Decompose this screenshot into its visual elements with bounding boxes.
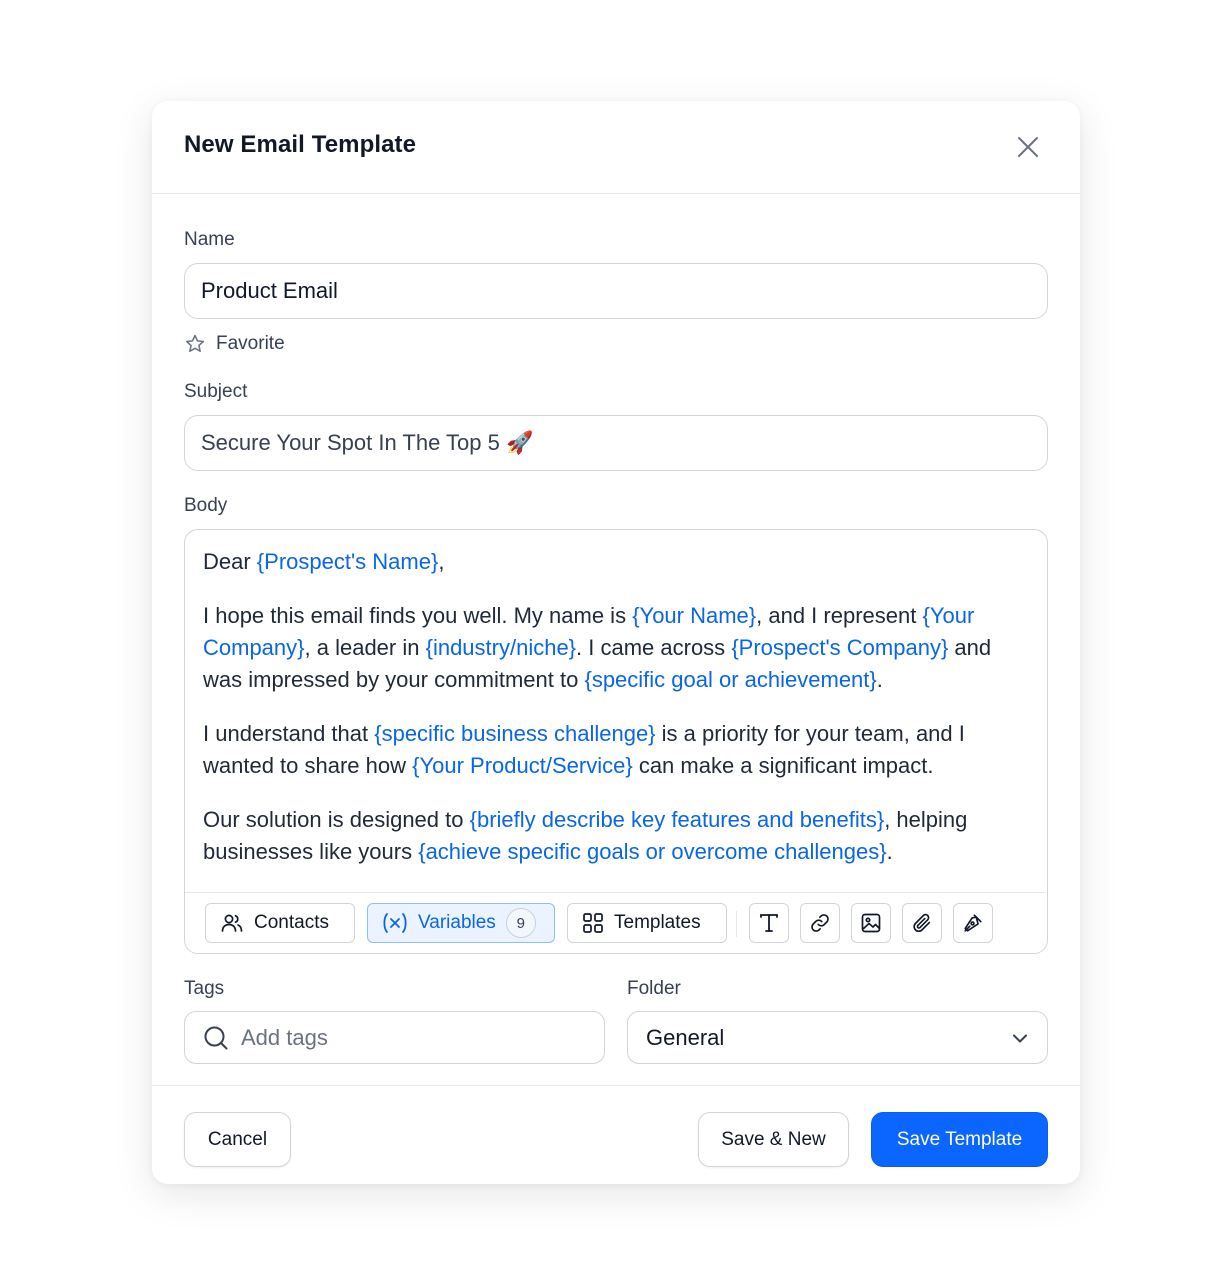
body-label: Body bbox=[184, 495, 228, 516]
templates-button[interactable]: Templates bbox=[567, 903, 727, 943]
insert-link-button[interactable] bbox=[800, 903, 840, 943]
variable-token[interactable]: {achieve specific goals or overcome chal… bbox=[418, 839, 886, 864]
variables-count-badge: 9 bbox=[505, 908, 536, 938]
search-icon bbox=[204, 1026, 228, 1049]
users-icon bbox=[221, 914, 243, 932]
close-button[interactable] bbox=[1012, 131, 1044, 163]
text-format-button[interactable] bbox=[749, 903, 789, 943]
toolbar-divider bbox=[736, 911, 737, 937]
close-icon bbox=[1018, 137, 1038, 157]
body-paragraph: Our solution is designed to {briefly des… bbox=[203, 804, 1035, 868]
star-icon bbox=[185, 334, 205, 353]
variable-token[interactable]: {specific goal or achievement} bbox=[584, 667, 876, 692]
body-text-run: Dear bbox=[203, 549, 257, 574]
body-text-run: . I came across bbox=[576, 635, 732, 660]
save-and-new-button[interactable]: Save & New bbox=[698, 1112, 849, 1167]
folder-select-value: General bbox=[646, 1024, 725, 1050]
body-text-run: , a leader in bbox=[304, 635, 426, 660]
variable-token[interactable]: {briefly describe key features and benef… bbox=[470, 807, 885, 832]
subject-input[interactable]: Secure Your Spot In The Top 5 🚀 bbox=[184, 415, 1048, 471]
templates-label: Templates bbox=[614, 912, 701, 933]
variable-token[interactable]: {Your Name} bbox=[632, 603, 756, 628]
tags-input[interactable] bbox=[184, 1011, 605, 1064]
variable-icon bbox=[383, 913, 407, 933]
signature-button[interactable] bbox=[953, 903, 993, 943]
body-text-run: I hope this email finds you well. My nam… bbox=[203, 603, 633, 628]
tags-label: Tags bbox=[184, 978, 225, 999]
folder-select[interactable]: General bbox=[627, 1011, 1048, 1064]
body-paragraph: I hope this email finds you well. My nam… bbox=[203, 600, 1035, 696]
body-text[interactable]: Dear {Prospect's Name}, I hope this emai… bbox=[203, 546, 1035, 890]
link-icon bbox=[811, 914, 829, 932]
modal-footer: Cancel Save & New Save Template bbox=[152, 1085, 1080, 1184]
body-text-run: . bbox=[886, 839, 893, 864]
chevron-down-icon bbox=[1013, 1034, 1027, 1042]
variable-token[interactable]: {industry/niche} bbox=[426, 635, 576, 660]
contacts-label: Contacts bbox=[254, 912, 329, 933]
insert-image-button[interactable] bbox=[851, 903, 891, 943]
modal-title: New Email Template bbox=[184, 131, 417, 158]
subject-input-value: Secure Your Spot In The Top 5 🚀 bbox=[201, 430, 534, 455]
editor-toolbar: Contacts Variables 9 Templates bbox=[185, 892, 1046, 953]
cancel-button[interactable]: Cancel bbox=[184, 1112, 291, 1167]
grid-icon bbox=[583, 913, 603, 933]
body-text-run: , and I represent bbox=[756, 603, 923, 628]
name-input[interactable]: Product Email bbox=[184, 263, 1048, 319]
body-text-run: Our solution is designed to bbox=[203, 807, 470, 832]
new-email-template-modal: New Email Template Name Product Email Fa… bbox=[152, 101, 1080, 1184]
folder-label: Folder bbox=[627, 978, 681, 999]
paperclip-icon bbox=[913, 913, 931, 933]
body-paragraph: Dear {Prospect's Name}, bbox=[203, 546, 1035, 578]
modal-header: New Email Template bbox=[152, 101, 1080, 194]
contacts-button[interactable]: Contacts bbox=[205, 903, 355, 943]
signature-pen-icon bbox=[964, 914, 982, 932]
variable-token[interactable]: {Your Product/Service} bbox=[412, 753, 633, 778]
body-editor[interactable]: Dear {Prospect's Name}, I hope this emai… bbox=[184, 529, 1048, 954]
variables-label: Variables bbox=[418, 912, 496, 933]
body-text-run: . bbox=[876, 667, 883, 692]
save-template-button[interactable]: Save Template bbox=[871, 1112, 1048, 1167]
image-icon bbox=[861, 913, 881, 933]
variable-token[interactable]: {Prospect's Company} bbox=[731, 635, 948, 660]
subject-label: Subject bbox=[184, 381, 248, 402]
name-input-value: Product Email bbox=[201, 278, 338, 303]
text-format-icon bbox=[760, 914, 778, 932]
body-paragraph: I understand that {specific business cha… bbox=[203, 718, 1035, 782]
tags-input-field[interactable] bbox=[241, 1024, 581, 1051]
variable-token[interactable]: {Prospect's Name} bbox=[257, 549, 439, 574]
attach-file-button[interactable] bbox=[902, 903, 942, 943]
body-text-run: , bbox=[438, 549, 445, 574]
body-text-run: I understand that bbox=[203, 721, 375, 746]
name-label: Name bbox=[184, 229, 235, 250]
variable-token[interactable]: {specific business challenge} bbox=[374, 721, 655, 746]
body-text-run: can make a significant impact. bbox=[632, 753, 934, 778]
favorite-toggle[interactable]: Favorite bbox=[184, 329, 285, 359]
favorite-label: Favorite bbox=[216, 333, 285, 354]
variables-button[interactable]: Variables 9 bbox=[367, 903, 555, 943]
